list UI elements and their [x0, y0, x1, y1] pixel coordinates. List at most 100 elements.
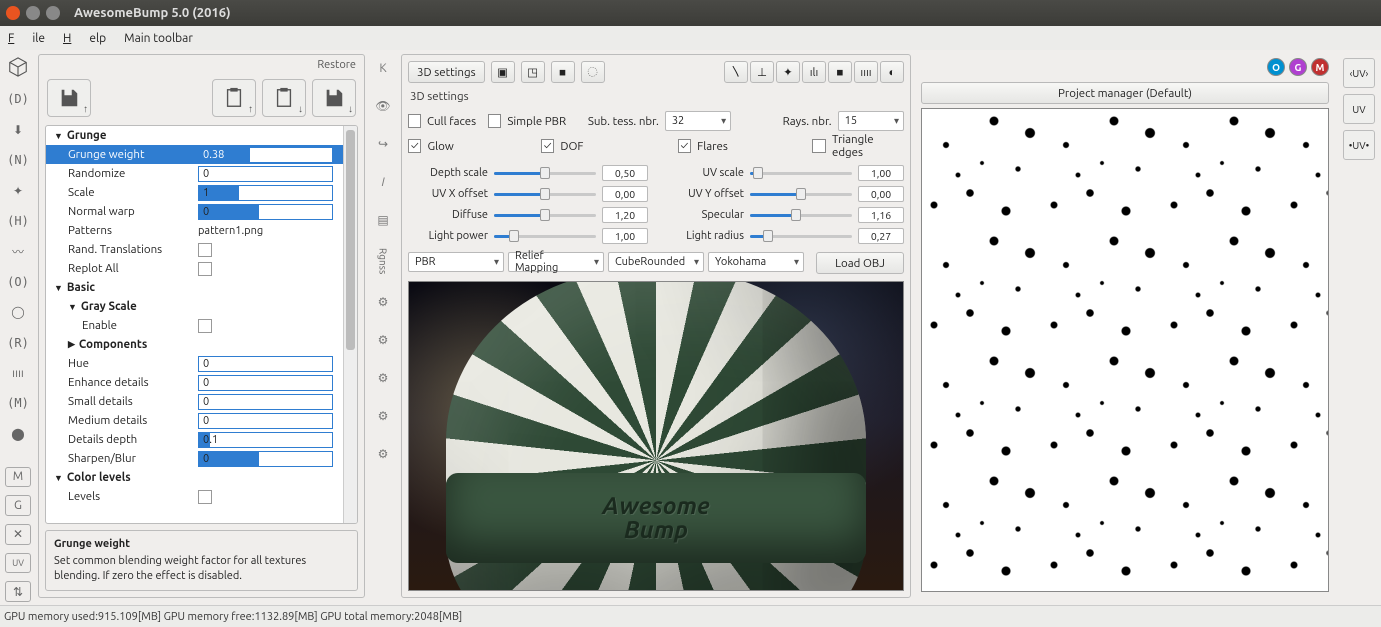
texture-preview[interactable] [921, 108, 1329, 592]
simple-pbr-check[interactable] [488, 114, 501, 128]
cube-icon[interactable] [4, 54, 32, 80]
prop-sharpen[interactable]: Sharpen/Blur 0 [46, 449, 357, 468]
slider-depth-scale[interactable]: Depth scale0,50 [408, 164, 648, 182]
gear3-icon[interactable]: ⚙ [372, 368, 394, 388]
prop-normal-warp[interactable]: Normal warp 0 [46, 202, 357, 221]
prop-randomize[interactable]: Randomize 0 [46, 164, 357, 183]
paste-down-button[interactable]: ↓ [262, 79, 306, 117]
sphere-icon[interactable]: ⬤ [4, 423, 32, 445]
menu-file[interactable]: File [8, 32, 45, 45]
glow-check[interactable] [408, 139, 421, 153]
section-components[interactable]: Components [46, 335, 357, 354]
prop-depth[interactable]: Details depth 0.1 [46, 430, 357, 449]
italic-icon[interactable]: I [372, 172, 394, 192]
arrow-icon[interactable]: ↪ [372, 134, 394, 154]
layers-icon[interactable]: ▤ [372, 210, 394, 230]
flares-check[interactable] [678, 139, 691, 153]
pbr-select[interactable]: PBR [408, 252, 504, 272]
prop-levels[interactable]: Levels [46, 487, 357, 506]
metallic-tab-icon[interactable]: (M) [4, 392, 32, 414]
gear5-icon[interactable]: ⚙ [372, 444, 394, 464]
graph3-icon[interactable]: ✦ [776, 61, 800, 83]
project-manager-button[interactable]: Project manager (Default) [921, 82, 1329, 104]
prop-hue[interactable]: Hue 0 [46, 354, 357, 373]
slider-diffuse[interactable]: Diffuse1,20 [408, 206, 648, 224]
prop-small[interactable]: Small details 0 [46, 392, 357, 411]
graph1-icon[interactable]: 〵 [724, 61, 748, 83]
prop-patterns[interactable]: Patterns pattern1.png [46, 221, 357, 240]
target-btn[interactable]: ◌ [581, 61, 605, 83]
cube-select[interactable]: CubeRounded [608, 252, 704, 272]
star-icon[interactable]: ✦ [4, 179, 32, 201]
diffuse-tab-icon[interactable]: (D) [4, 88, 32, 110]
uv-arrows-button[interactable]: ‹UV› [1343, 58, 1375, 88]
section-basic[interactable]: Basic [46, 278, 357, 297]
section-colorlevels[interactable]: Color levels [46, 468, 357, 487]
menu-main-toolbar[interactable]: Main toolbar [124, 32, 193, 45]
slider-specular[interactable]: Specular1,16 [664, 206, 904, 224]
graph7-icon[interactable]: ◐ [880, 61, 904, 83]
prop-enhance[interactable]: Enhance details 0 [46, 373, 357, 392]
3d-preview[interactable]: Awesome Bump [408, 281, 904, 591]
wave-icon[interactable]: 〰 [4, 240, 32, 262]
channel-m-icon[interactable]: M [1311, 58, 1329, 76]
k-icon[interactable]: K [372, 58, 394, 78]
rays-select[interactable]: 15 [838, 111, 904, 131]
graph4-icon[interactable]: ılı [802, 61, 826, 83]
circle-icon[interactable]: ◯ [4, 301, 32, 323]
cube-btn[interactable]: ▣ [491, 61, 515, 83]
x-button[interactable]: ✕ [5, 524, 31, 545]
occlusion-tab-icon[interactable]: (O) [4, 271, 32, 293]
wire-btn[interactable]: ◳ [521, 61, 545, 83]
slider-light-power[interactable]: Light power1,00 [408, 227, 648, 245]
graph5-icon[interactable]: ■ [828, 61, 852, 83]
restore-link[interactable]: Restore [317, 59, 356, 71]
save-button[interactable]: ↑ [47, 79, 91, 117]
save-down-button[interactable]: ↓ [312, 79, 356, 117]
graph2-icon[interactable]: ⊥ [750, 61, 774, 83]
slider-uv-x-offset[interactable]: UV X offset0,00 [408, 185, 648, 203]
down-arrow-icon[interactable]: ⬇ [4, 119, 32, 141]
camera-btn[interactable]: ■ [551, 61, 575, 83]
slider-uv-scale[interactable]: UV scale1,00 [664, 164, 904, 182]
move-button[interactable]: ⇅ [5, 581, 31, 602]
uv-dots-button[interactable]: •UV• [1343, 130, 1375, 160]
paste-up-button[interactable]: ↑ [212, 79, 256, 117]
prop-grunge-weight[interactable]: Grunge weight 0.38 [46, 145, 357, 164]
gear-icon[interactable]: ⚙ [372, 292, 394, 312]
section-grunge[interactable]: Grunge [46, 126, 357, 145]
cull-faces-check[interactable] [408, 114, 421, 128]
load-obj-button[interactable]: Load OBJ [816, 252, 904, 274]
slider-light-radius[interactable]: Light radius0,27 [664, 227, 904, 245]
gear4-icon[interactable]: ⚙ [372, 406, 394, 426]
prop-rand-trans[interactable]: Rand. Translations [46, 240, 357, 259]
graph6-icon[interactable]: ıııı [854, 61, 878, 83]
slider-uv-y-offset[interactable]: UV Y offset0,00 [664, 185, 904, 203]
menu-help[interactable]: Help [63, 32, 106, 45]
relief-select[interactable]: Relief Mapping [508, 252, 604, 272]
scrollbar[interactable] [343, 126, 357, 523]
minimize-icon[interactable] [26, 6, 40, 20]
triangle-edges-check[interactable] [812, 139, 825, 153]
section-grayscale[interactable]: Gray Scale [46, 297, 357, 316]
prop-enable[interactable]: Enable [46, 316, 357, 335]
channel-o-icon[interactable]: O [1267, 58, 1285, 76]
env-select[interactable]: Yokohama [708, 252, 804, 272]
normal-tab-icon[interactable]: (N) [4, 149, 32, 171]
eye-icon[interactable]: 👁 [372, 96, 394, 116]
prop-scale[interactable]: Scale 1 [46, 183, 357, 202]
dof-check[interactable] [541, 139, 554, 153]
subtess-select[interactable]: 32 [665, 111, 731, 131]
3d-settings-button[interactable]: 3D settings [408, 61, 485, 83]
prop-replot[interactable]: Replot All [46, 259, 357, 278]
bars-icon[interactable]: ıııı [4, 362, 32, 384]
height-tab-icon[interactable]: (H) [4, 210, 32, 232]
uv-button[interactable]: UV [1343, 94, 1375, 124]
prop-medium[interactable]: Medium details 0 [46, 411, 357, 430]
maximize-icon[interactable] [46, 6, 60, 20]
g-button[interactable]: G [5, 495, 31, 516]
channel-g-icon[interactable]: G [1289, 58, 1307, 76]
uv-button[interactable]: UV [5, 553, 31, 574]
close-icon[interactable] [6, 6, 20, 20]
m-button[interactable]: M [5, 467, 31, 488]
